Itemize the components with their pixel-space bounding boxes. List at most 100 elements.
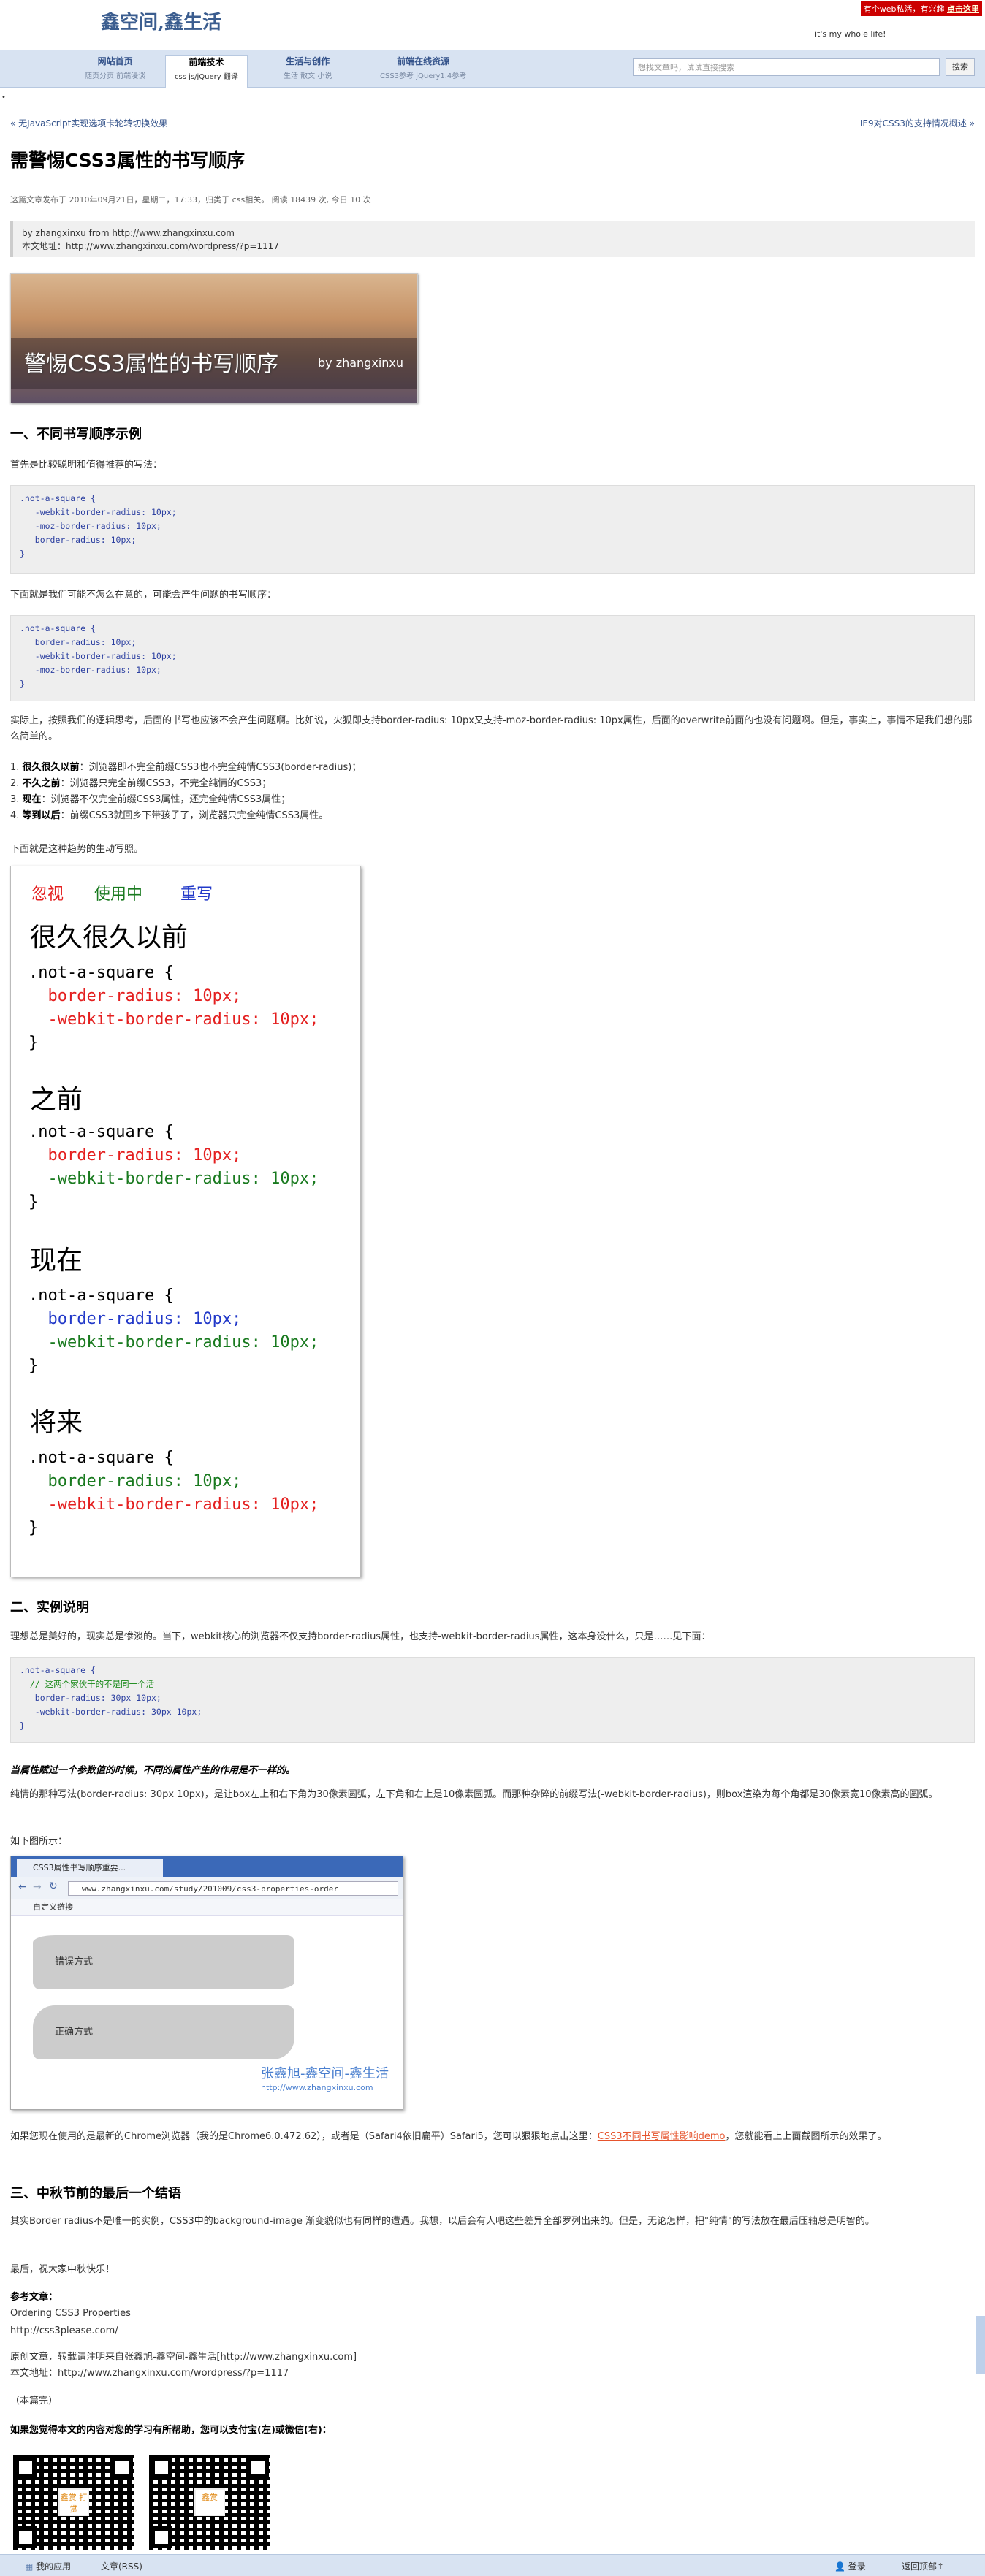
era-heading: 现在	[30, 1246, 83, 1276]
nav-item-sub: 生活 散文 小说	[284, 72, 332, 80]
list-item-term: 很久很久以前	[22, 762, 80, 773]
paragraph-text: ，您就能看上上面截图所示的效果了。	[725, 2131, 887, 2142]
my-apps-link[interactable]: ▦ 我的应用	[25, 2560, 71, 2572]
code-prop: -webkit-border-radius: 10px;	[47, 1495, 319, 1514]
qr-finder	[15, 2526, 37, 2548]
refs-label: 参考文章：	[10, 2292, 58, 2303]
nav-item-resources[interactable]: 前端在线资源 CSS3参考 jQuery1.4参考	[380, 55, 466, 80]
site-header: 鑫空间,鑫生活 有个web私活，有兴趣 点击这里 it's my whole l…	[0, 0, 985, 48]
page-title: 需警惕CSS3属性的书写顺序	[10, 150, 246, 171]
order-trend-figure: 忽视 使用中 重写 很久很久以前 .not-a-square { border-…	[10, 866, 361, 1577]
promo-link[interactable]: 点击这里	[947, 4, 979, 14]
section-3-title: 三、中秋节前的最后一个结语	[10, 2186, 181, 2201]
article-banner-image: 警惕CSS3属性的书写顺序 by zhangxinxu	[10, 273, 418, 403]
byline-box: by zhangxinxu from http://www.zhangxinxu…	[10, 221, 975, 257]
next-article-link[interactable]: IE9对CSS3的支持情况概述 »	[860, 117, 975, 129]
code-prop: border-radius: 10px;	[47, 987, 242, 1005]
figure-signature-url: http://www.zhangxinxu.com	[261, 2083, 373, 2092]
rss-link[interactable]: 文章(RSS)	[101, 2560, 142, 2572]
qr-finder	[15, 2456, 37, 2478]
code-close: }	[28, 1519, 39, 1537]
code-prop: -webkit-border-radius: 10px;	[47, 1010, 319, 1029]
paragraph: 如下图所示：	[10, 1836, 68, 1847]
reference-link[interactable]: Ordering CSS3 Properties	[10, 2306, 975, 2322]
code-close: }	[28, 1034, 39, 1052]
code-line: border-radius: 30px 10px;	[20, 1693, 161, 1703]
legend-ignored: 忽视	[31, 885, 64, 904]
nav-item-life[interactable]: 生活与创作 生活 散文 小说	[284, 55, 332, 80]
era-heading: 之前	[30, 1085, 83, 1115]
browser-url: www.zhangxinxu.com/study/201009/css3-pro…	[68, 1881, 398, 1896]
browser-screenshot-figure: CSS3属性书写顺序重要... ← → ↻ www.zhangxinxu.com…	[10, 1856, 403, 2110]
list-item-term: 现在	[22, 794, 42, 805]
code-block-3: .not-a-square { // 这两个家伙干的不是同一个活 border-…	[10, 1657, 975, 1743]
list-item-text: ：浏览器即不完全前缀CSS3也不完全纯情CSS3(border-radius)；	[79, 762, 362, 773]
nav-item-home[interactable]: 网站首页 随页分页 前端漫谈	[85, 55, 145, 80]
code-selector: .not-a-square {	[28, 1123, 174, 1141]
list-item-term: 不久之前	[22, 778, 61, 789]
nav-item-label: 前端在线资源	[397, 56, 450, 66]
code-block-1: .not-a-square { -webkit-border-radius: 1…	[10, 485, 975, 574]
code-line: }	[20, 1720, 25, 1731]
back-to-top-link[interactable]: 返回顶部↑	[902, 2560, 944, 2572]
code-example: .not-a-square { border-radius: 10px; -we…	[28, 961, 319, 1055]
qr-finder	[151, 2526, 172, 2548]
prev-article-link[interactable]: « 无JavaScript实现选项卡轮转切换效果	[10, 117, 167, 129]
copyright-address: 本文地址：http://www.zhangxinxu.com/wordpress…	[10, 2368, 289, 2379]
bookmark-bar: 自定义链接	[11, 1899, 403, 1916]
qr-finder	[151, 2456, 172, 2478]
code-line: -webkit-border-radius: 30px 10px;	[20, 1707, 202, 1717]
nav-item-sub: CSS3参考 jQuery1.4参考	[380, 72, 467, 80]
logo-text: 鑫空间,鑫生活	[101, 12, 222, 34]
figure-signature: 张鑫旭-鑫空间-鑫生活	[261, 2066, 389, 2081]
right-way-box: 正确方式	[33, 2005, 294, 2059]
bottom-toolbar: ▦ 我的应用 文章(RSS) 👤 登录 返回顶部↑	[0, 2554, 985, 2576]
demo-link[interactable]: CSS3不同书写属性影响demo	[598, 2131, 726, 2142]
list-item: 3. 现在：浏览器不仅完全前缀CSS3属性，还完全纯情CSS3属性；	[10, 794, 291, 805]
code-prop: -webkit-border-radius: 10px;	[47, 1333, 319, 1352]
paragraph: 如果您现在使用的是最新的Chrome浏览器（我的是Chrome6.0.472.6…	[10, 2129, 975, 2145]
section-2-title: 二、实例说明	[10, 1600, 89, 1615]
wrong-way-box: 错误方式	[33, 1935, 294, 1989]
legend-used: 使用中	[94, 885, 143, 904]
reference-link[interactable]: http://css3please.com/	[10, 2323, 975, 2339]
nav-item-frontend[interactable]: 前端技术 css js/jQuery 翻译	[165, 55, 248, 88]
byline-author: by zhangxinxu from http://www.zhangxinxu…	[22, 228, 235, 238]
nav-item-label: 网站首页	[97, 56, 133, 66]
user-icon: 👤	[834, 2561, 845, 2572]
copyright-line: 原创文章，转载请注明来自张鑫旭-鑫空间-鑫生活[http://www.zhang…	[10, 2352, 357, 2363]
qr-finder	[247, 2456, 269, 2478]
code-prop: border-radius: 10px;	[47, 1310, 242, 1328]
nav-item-label: 前端技术	[189, 57, 224, 67]
paragraph: 实际上，按照我们的逻辑思考，后面的书写也应该不会产生问题啊。比如说，火狐即支持b…	[10, 715, 973, 742]
era-heading: 很久很久以前	[30, 923, 189, 953]
code-selector: .not-a-square {	[28, 964, 174, 982]
paragraph: 最后，祝大家中秋快乐！	[10, 2264, 115, 2275]
paragraph: 理想总是美好的，现实总是惨淡的。当下，webkit核心的浏览器不仅支持borde…	[10, 1631, 711, 1642]
paragraph: 下面就是我们可能不怎么在意的，可能会产生问题的书写顺序：	[10, 590, 277, 601]
forward-icon: →	[33, 1881, 42, 1893]
site-logo[interactable]: 鑫空间,鑫生活	[101, 7, 247, 41]
code-prop: border-radius: 10px;	[47, 1472, 242, 1490]
code-example: .not-a-square { border-radius: 10px; -we…	[28, 1121, 319, 1214]
list-item: 1. 很久很久以前：浏览器即不完全前缀CSS3也不完全纯情CSS3(border…	[10, 762, 362, 773]
article-meta: 这篇文章发布于 2010年09月21日，星期二，17:33，归类于 css相关。…	[10, 195, 371, 205]
browser-tab: CSS3属性书写顺序重要...	[17, 1859, 163, 1877]
search-button[interactable]: 搜索	[946, 58, 975, 76]
code-example: .not-a-square { border-radius: 10px; -we…	[28, 1284, 319, 1378]
side-feedback-tab[interactable]	[976, 2316, 985, 2374]
donate-text: 如果您觉得本文的内容对您的学习有所帮助，您可以支付宝(左)或微信(右)：	[10, 2425, 332, 2436]
search-input[interactable]: 想找文章吗，试试直接搜索	[633, 58, 940, 76]
apps-icon: ▦	[25, 2561, 34, 2572]
list-item-text: ：浏览器只完全前缀CSS3，不完全纯情的CSS3；	[60, 778, 272, 789]
code-line: .not-a-square {	[20, 1665, 96, 1675]
list-item-text: ：浏览器不仅完全前缀CSS3属性，还完全纯情CSS3属性；	[41, 794, 291, 805]
site-slogan: it's my whole life!	[815, 29, 886, 39]
banner-byline: by zhangxinxu	[318, 356, 404, 370]
list-item-term: 等到以后	[22, 810, 61, 821]
section-1-title: 一、不同书写顺序示例	[10, 427, 142, 442]
code-prop: -webkit-border-radius: 10px;	[47, 1170, 319, 1188]
login-link[interactable]: 👤 登录	[834, 2560, 866, 2572]
wechat-qr-code: 鑫赏	[149, 2455, 270, 2550]
paragraph: 首先是比较聪明和值得推荐的写法：	[10, 460, 163, 470]
